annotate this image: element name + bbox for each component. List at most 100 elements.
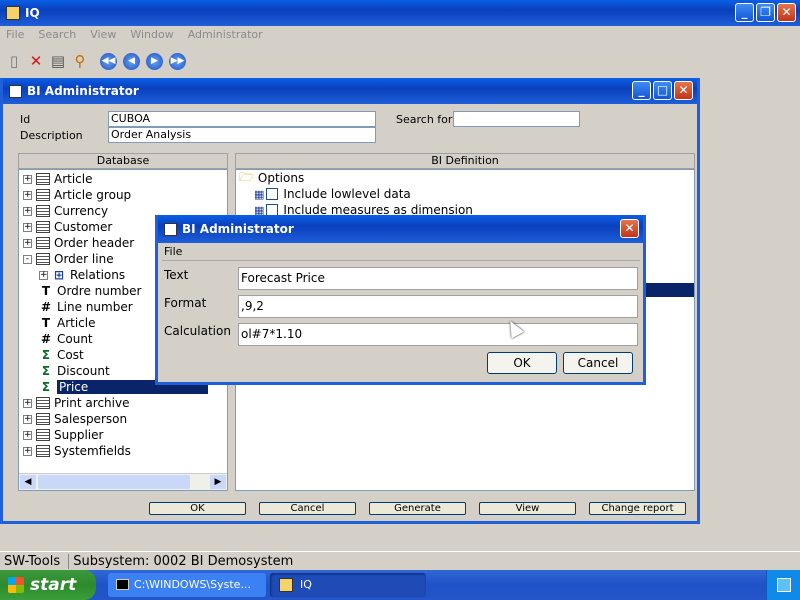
- windows-logo-icon: [8, 577, 24, 593]
- description-field[interactable]: Order Analysis: [108, 127, 376, 143]
- dialog-ok-button[interactable]: OK: [487, 352, 557, 374]
- tree-item[interactable]: + ⊞ Relations: [39, 267, 125, 283]
- taskbar-item-cmd[interactable]: C:\WINDOWS\Syste...: [108, 573, 266, 597]
- expand-icon[interactable]: +: [23, 206, 32, 216]
- search-for-label: Search for: [396, 113, 453, 126]
- tree-item-label: Customer: [54, 220, 113, 234]
- tree-item[interactable]: Σ Discount: [39, 363, 110, 379]
- bi-window-titlebar: BI Administrator _ □ ✕: [3, 78, 697, 104]
- tree-item-label: Ordre number: [57, 284, 142, 298]
- text-field-icon: T: [41, 316, 51, 330]
- previous-record-icon[interactable]: ◀: [123, 52, 140, 70]
- restore-icon[interactable]: ❐: [756, 3, 775, 22]
- collapse-icon[interactable]: -: [23, 254, 32, 264]
- format-label: Format: [164, 296, 207, 310]
- print-icon[interactable]: ▤: [48, 51, 68, 71]
- menu-window[interactable]: Window: [130, 26, 173, 44]
- expand-icon[interactable]: +: [23, 414, 32, 424]
- tray-network-icon[interactable]: [777, 578, 791, 592]
- text-field[interactable]: Forecast Price: [238, 267, 638, 290]
- tree-item[interactable]: T Article: [39, 315, 96, 331]
- table-icon: [36, 253, 50, 265]
- expand-icon[interactable]: +: [23, 238, 32, 248]
- taskbar-cmd-label: C:\WINDOWS\Syste...: [134, 578, 251, 591]
- menu-search[interactable]: Search: [38, 26, 76, 44]
- tree-item[interactable]: + Currency: [23, 203, 108, 219]
- format-field[interactable]: ,9,2: [238, 295, 638, 318]
- table-icon: [36, 397, 50, 409]
- tree-item[interactable]: + Order header: [23, 235, 134, 251]
- dialog-cancel-button[interactable]: Cancel: [563, 352, 633, 374]
- tree-item[interactable]: + Print archive: [23, 395, 129, 411]
- tree-item[interactable]: + Salesperson: [23, 411, 127, 427]
- menu-administrator[interactable]: Administrator: [188, 26, 263, 44]
- menu-file[interactable]: File: [6, 26, 24, 44]
- table-icon: [36, 189, 50, 201]
- taskbar-iq-label: IQ: [300, 578, 312, 591]
- minimize-icon[interactable]: _: [632, 81, 651, 100]
- start-button[interactable]: start: [0, 570, 96, 600]
- delete-icon[interactable]: ✕: [26, 51, 46, 71]
- dialog-menu-file[interactable]: File: [164, 245, 182, 258]
- change-report-button[interactable]: Change report: [589, 502, 686, 515]
- tree-item[interactable]: # Line number: [39, 299, 133, 315]
- relation-icon: ⊞: [53, 268, 65, 282]
- calculation-field[interactable]: ol#7*1.10: [238, 323, 638, 346]
- ok-button[interactable]: OK: [149, 502, 246, 515]
- menu-view[interactable]: View: [90, 26, 116, 44]
- new-document-icon[interactable]: ▯: [4, 51, 24, 71]
- tree-item[interactable]: + Systemfields: [23, 443, 131, 459]
- options-label: Options: [257, 171, 305, 185]
- tree-item-label: Order line: [54, 252, 114, 266]
- tree-item[interactable]: Σ Cost: [39, 347, 84, 363]
- expand-icon[interactable]: +: [23, 446, 32, 456]
- tree-item[interactable]: + Customer: [23, 219, 112, 235]
- calculation-label: Calculation: [164, 324, 231, 338]
- last-record-icon[interactable]: ▶▶: [169, 52, 186, 70]
- option-lowlevel[interactable]: ▦ Include lowlevel data: [254, 186, 411, 202]
- sum-field-icon: Σ: [41, 380, 51, 394]
- options-node[interactable]: 🗁 Options: [239, 170, 304, 186]
- start-label: start: [30, 575, 77, 595]
- tree-item[interactable]: - Order line: [23, 251, 114, 267]
- tree-item[interactable]: + Article: [23, 171, 93, 187]
- expand-icon[interactable]: +: [23, 398, 32, 408]
- close-icon[interactable]: ✕: [620, 219, 639, 238]
- expand-icon[interactable]: +: [23, 190, 32, 200]
- search-for-field[interactable]: [453, 111, 580, 127]
- horizontal-scrollbar[interactable]: ◀ ▶: [19, 473, 227, 490]
- scroll-left-icon[interactable]: ◀: [20, 475, 36, 489]
- find-icon[interactable]: ⚲: [70, 51, 90, 71]
- view-button[interactable]: View: [479, 502, 576, 515]
- close-icon[interactable]: ✕: [674, 81, 693, 100]
- expand-icon[interactable]: +: [23, 174, 32, 184]
- generate-button[interactable]: Generate: [369, 502, 466, 515]
- minimize-icon[interactable]: _: [735, 3, 754, 22]
- field-dialog: BI Administrator ✕ File Text Forecast Pr…: [155, 215, 646, 385]
- maximize-icon[interactable]: □: [653, 81, 672, 100]
- scroll-right-icon[interactable]: ▶: [210, 475, 226, 489]
- next-record-icon[interactable]: ▶: [146, 52, 163, 70]
- option-lowlevel-label: Include lowlevel data: [283, 187, 411, 201]
- expand-icon[interactable]: +: [23, 222, 32, 232]
- window-icon: [9, 84, 22, 98]
- checkbox[interactable]: [266, 188, 279, 200]
- tree-item[interactable]: # Count: [39, 331, 93, 347]
- tree-item[interactable]: T Ordre number: [39, 283, 142, 299]
- expand-icon[interactable]: +: [23, 430, 32, 440]
- bi-definition-header: BI Definition: [235, 153, 695, 169]
- taskbar-item-iq[interactable]: IQ: [270, 573, 426, 597]
- expand-icon[interactable]: +: [39, 270, 48, 280]
- window-icon: [164, 222, 177, 236]
- tree-item-label: Article: [57, 316, 96, 330]
- id-field[interactable]: CUBOA: [108, 111, 376, 127]
- first-record-icon[interactable]: ◀◀: [100, 52, 117, 70]
- option-icon: ▦: [254, 187, 265, 201]
- cancel-button[interactable]: Cancel: [259, 502, 356, 515]
- scroll-thumb[interactable]: [38, 475, 190, 489]
- app-icon: [6, 6, 20, 20]
- close-icon[interactable]: ✕: [777, 3, 796, 22]
- tree-item-label: Salesperson: [54, 412, 128, 426]
- tree-item[interactable]: + Supplier: [23, 427, 103, 443]
- tree-item[interactable]: + Article group: [23, 187, 131, 203]
